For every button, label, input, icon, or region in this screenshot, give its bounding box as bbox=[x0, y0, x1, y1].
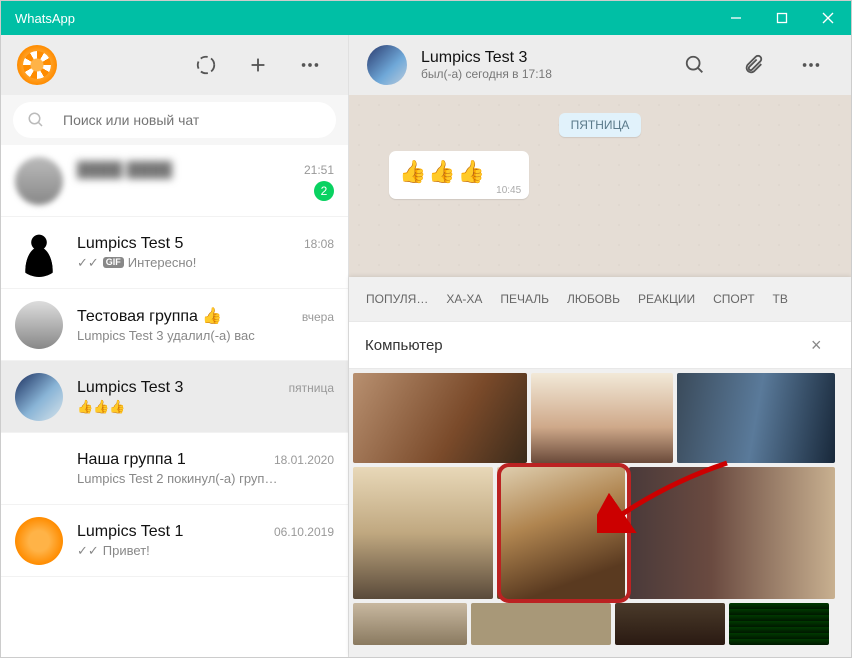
chat-item[interactable]: Наша группа 1 18.01.2020 Lumpics Test 2 п… bbox=[1, 433, 348, 505]
ticks-icon: ✓✓ bbox=[77, 255, 99, 271]
chat-avatar bbox=[15, 157, 63, 205]
gif-panel: ПОПУЛЯ… ХА-ХА ПЕЧАЛЬ ЛЮБОВЬ РЕАКЦИИ СПОР… bbox=[349, 277, 851, 657]
chat-name: Тестовая группа 👍 bbox=[77, 306, 296, 326]
chat-item-active[interactable]: Lumpics Test 3 пятница 👍👍👍 bbox=[1, 361, 348, 433]
gif-result[interactable] bbox=[497, 467, 625, 599]
gif-result[interactable] bbox=[471, 603, 611, 645]
gif-search-clear-icon[interactable]: × bbox=[811, 335, 835, 356]
conversation-panel: Lumpics Test 3 был(-а) сегодня в 17:18 П… bbox=[349, 35, 851, 657]
chat-avatar bbox=[15, 445, 63, 493]
contact-avatar[interactable] bbox=[367, 45, 407, 85]
chat-preview: Lumpics Test 2 покинул(-а) груп… bbox=[77, 471, 334, 486]
app-window: WhatsApp bbox=[0, 0, 852, 658]
search-in-chat-icon[interactable] bbox=[683, 53, 707, 77]
gif-result[interactable] bbox=[629, 467, 835, 599]
chat-avatar bbox=[15, 373, 63, 421]
chat-time: 21:51 bbox=[304, 163, 334, 177]
unread-badge: 2 bbox=[314, 181, 334, 201]
chat-time: 18.01.2020 bbox=[274, 453, 334, 467]
search-icon bbox=[27, 111, 45, 129]
message-incoming[interactable]: 👍👍👍 10:45 bbox=[389, 151, 529, 199]
ticks-icon: ✓✓ bbox=[77, 543, 99, 559]
chat-preview: ✓✓Привет! bbox=[77, 543, 334, 559]
attach-icon[interactable] bbox=[741, 53, 765, 77]
chat-item[interactable]: ████ ████ 21:51 2 bbox=[1, 145, 348, 217]
chat-menu-icon[interactable] bbox=[799, 53, 823, 77]
chat-item[interactable]: Lumpics Test 518:08 ✓✓GIFИнтересно! bbox=[1, 217, 348, 289]
gif-category-tabs: ПОПУЛЯ… ХА-ХА ПЕЧАЛЬ ЛЮБОВЬ РЕАКЦИИ СПОР… bbox=[349, 277, 851, 321]
message-text: 👍👍👍 bbox=[399, 159, 519, 185]
chat-preview: 👍👍👍 bbox=[77, 399, 334, 415]
chat-avatar bbox=[15, 229, 63, 277]
chat-time: 18:08 bbox=[304, 237, 334, 251]
chat-time: 06.10.2019 bbox=[274, 525, 334, 539]
window-title: WhatsApp bbox=[15, 11, 713, 26]
my-avatar[interactable] bbox=[17, 45, 57, 85]
chat-list[interactable]: ████ ████ 21:51 2 Lumpics Test 5 18:08 ✓✓ G… bbox=[1, 145, 348, 657]
search-bar bbox=[1, 95, 348, 145]
gif-tab[interactable]: ПОПУЛЯ… bbox=[357, 277, 437, 321]
chat-name: Lumpics Test 5 bbox=[77, 235, 298, 253]
chat-name: ████ ████ bbox=[77, 161, 298, 179]
gif-result[interactable] bbox=[353, 373, 527, 463]
chat-preview: Lumpics Test 3 удалил(-а) вас bbox=[77, 328, 334, 343]
contact-status: был(-а) сегодня в 17:18 bbox=[421, 67, 659, 81]
titlebar: WhatsApp bbox=[1, 1, 851, 35]
chat-preview bbox=[77, 183, 314, 198]
gif-result[interactable] bbox=[531, 373, 673, 463]
gif-search-bar: × bbox=[349, 321, 851, 369]
gif-search-input[interactable] bbox=[365, 337, 811, 354]
chat-name: Наша группа 1 bbox=[77, 451, 268, 469]
conversation-header: Lumpics Test 3 был(-а) сегодня в 17:18 bbox=[349, 35, 851, 95]
chat-name: Lumpics Test 3 bbox=[77, 379, 283, 397]
chat-item[interactable]: Lumpics Test 1 06.10.2019 ✓✓Привет! bbox=[1, 505, 348, 577]
gif-tab[interactable]: ЛЮБОВЬ bbox=[558, 277, 629, 321]
sidebar-header bbox=[1, 35, 348, 95]
sidebar: ████ ████ 21:51 2 Lumpics Test 5 18:08 ✓✓ G… bbox=[1, 35, 349, 657]
gif-tab[interactable]: ПЕЧАЛЬ bbox=[491, 277, 558, 321]
chat-name: Lumpics Test 1 bbox=[77, 523, 268, 541]
contact-info[interactable]: Lumpics Test 3 был(-а) сегодня в 17:18 bbox=[421, 49, 659, 81]
gif-tab[interactable]: ХА-ХА bbox=[437, 277, 491, 321]
message-time: 10:45 bbox=[496, 185, 521, 196]
contact-name: Lumpics Test 3 bbox=[421, 49, 659, 67]
chat-avatar bbox=[15, 517, 63, 565]
chat-preview: ✓✓GIFИнтересно! bbox=[77, 255, 334, 271]
gif-results-grid[interactable] bbox=[349, 369, 851, 657]
maximize-button[interactable] bbox=[759, 1, 805, 35]
gif-tab[interactable]: СПОРТ bbox=[704, 277, 763, 321]
minimize-button[interactable] bbox=[713, 1, 759, 35]
gif-result[interactable] bbox=[353, 467, 493, 599]
gif-result[interactable] bbox=[615, 603, 725, 645]
chat-time: пятница bbox=[289, 381, 334, 395]
chat-avatar bbox=[15, 301, 63, 349]
search-input[interactable] bbox=[63, 112, 322, 128]
gif-tab[interactable]: ТВ bbox=[764, 277, 797, 321]
gif-result[interactable] bbox=[677, 373, 835, 463]
date-chip: ПЯТНИЦА bbox=[559, 113, 642, 137]
gif-result[interactable] bbox=[353, 603, 467, 645]
gif-tab[interactable]: РЕАКЦИИ bbox=[629, 277, 704, 321]
status-icon[interactable] bbox=[194, 53, 218, 77]
gif-badge: GIF bbox=[103, 257, 124, 268]
chat-item[interactable]: Тестовая группа 👍 вчера Lumpics Test 3 уд… bbox=[1, 289, 348, 361]
search-box[interactable] bbox=[13, 102, 336, 138]
gif-result[interactable] bbox=[729, 603, 829, 645]
chat-time: вчера bbox=[302, 310, 334, 324]
new-chat-icon[interactable] bbox=[246, 53, 270, 77]
menu-icon[interactable] bbox=[298, 53, 322, 77]
close-button[interactable] bbox=[805, 1, 851, 35]
